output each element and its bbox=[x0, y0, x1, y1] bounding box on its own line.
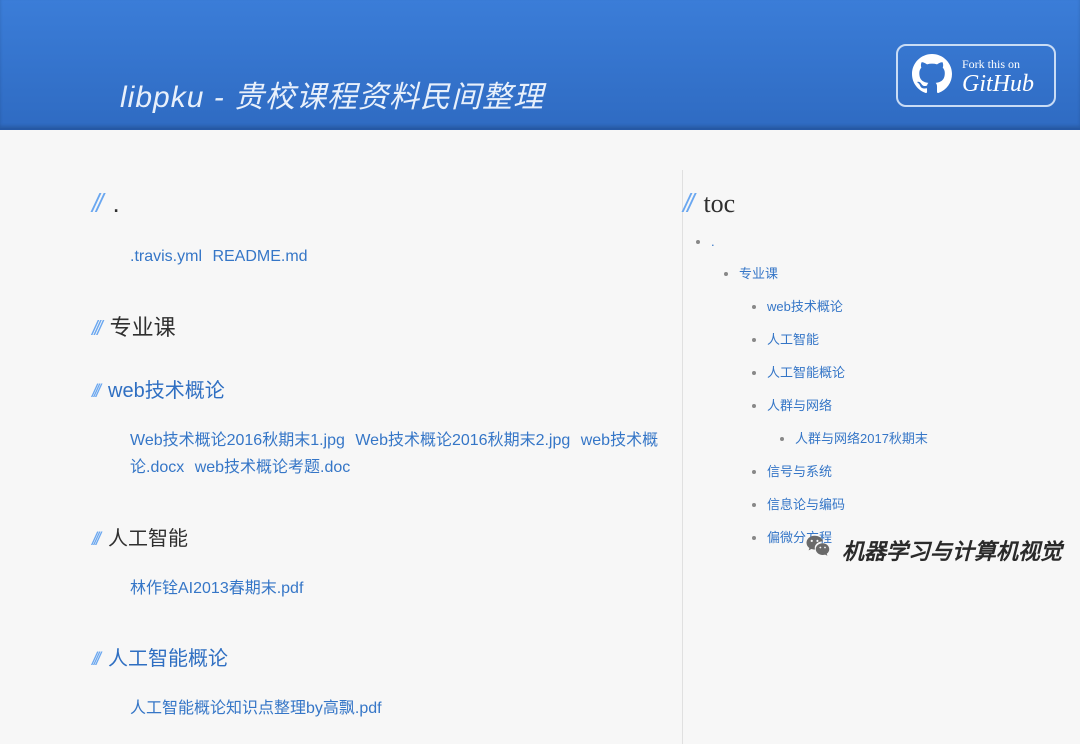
file-link[interactable]: Web技术概论2016秋期末1.jpg bbox=[130, 432, 345, 449]
toc-item: 人工智能概论 bbox=[767, 362, 1042, 381]
toc-link[interactable]: 专业课 bbox=[739, 266, 778, 281]
file-list: 林作铨AI2013春期末.pdf bbox=[130, 575, 662, 602]
main-column: // . .travis.yml README.md /// 专业课 /// w… bbox=[92, 170, 682, 744]
toc-item: . 专业课 web技术概论 人工智能 人工智能概论 人群与网络 人群与网络201… bbox=[711, 233, 1042, 546]
slash-icon: /// bbox=[92, 649, 98, 670]
title-main: 贵校课程资料民间整理 bbox=[234, 81, 544, 114]
subsection-heading: web技术概论 bbox=[108, 374, 225, 403]
toc-link[interactable]: web技术概论 bbox=[767, 299, 843, 314]
toc-item: 人群与网络 人群与网络2017秋期末 bbox=[767, 395, 1042, 447]
github-small-text: Fork this on bbox=[962, 58, 1034, 70]
toc-link[interactable]: . bbox=[711, 234, 715, 249]
slash-icon: /// bbox=[92, 318, 100, 341]
file-link[interactable]: web技术概论考题.doc bbox=[195, 459, 351, 476]
toc-link[interactable]: 人工智能概论 bbox=[767, 365, 845, 380]
octocat-icon bbox=[912, 54, 952, 99]
fork-github-link[interactable]: Fork this on GitHub bbox=[896, 44, 1056, 107]
title-prefix: libpku - bbox=[120, 81, 234, 114]
toc-link[interactable]: 人群与网络2017秋期末 bbox=[795, 431, 928, 446]
wechat-icon bbox=[804, 532, 834, 568]
github-big-text: GitHub bbox=[962, 72, 1034, 96]
section-heading: 专业课 bbox=[110, 310, 176, 342]
toc-list: . 专业课 web技术概论 人工智能 人工智能概论 人群与网络 人群与网络201… bbox=[683, 233, 1042, 546]
subsection-heading: 人工智能概论 bbox=[108, 642, 228, 671]
slash-icon: // bbox=[92, 188, 100, 219]
page-header: libpku - 贵校课程资料民间整理 Fork this on GitHub bbox=[0, 0, 1080, 130]
file-link[interactable]: 人工智能概论知识点整理by高飘.pdf bbox=[130, 700, 382, 717]
page-title: libpku - 贵校课程资料民间整理 bbox=[120, 72, 544, 116]
content: // . .travis.yml README.md /// 专业课 /// w… bbox=[0, 130, 1080, 744]
toc-link[interactable]: 信号与系统 bbox=[767, 464, 832, 479]
toc-item: web技术概论 bbox=[767, 296, 1042, 315]
slash-icon: /// bbox=[92, 381, 98, 402]
toc-item: 信号与系统 bbox=[767, 461, 1042, 480]
file-link[interactable]: Web技术概论2016秋期末2.jpg bbox=[355, 432, 570, 449]
file-link[interactable]: .travis.yml bbox=[130, 248, 202, 265]
toc-link[interactable]: 人群与网络 bbox=[767, 398, 832, 413]
toc-item: 人群与网络2017秋期末 bbox=[795, 428, 1042, 447]
root-file-list: .travis.yml README.md bbox=[130, 243, 662, 270]
toc-item: 人工智能 bbox=[767, 329, 1042, 348]
watermark-text: 机器学习与计算机视觉 bbox=[842, 534, 1062, 566]
toc-item: 信息论与编码 bbox=[767, 494, 1042, 513]
toc-heading: toc bbox=[703, 189, 735, 219]
toc-link[interactable]: 人工智能 bbox=[767, 332, 819, 347]
slash-icon: /// bbox=[92, 529, 98, 550]
file-link[interactable]: README.md bbox=[212, 248, 307, 265]
file-list: Web技术概论2016秋期末1.jpg Web技术概论2016秋期末2.jpg … bbox=[130, 427, 662, 481]
subsection-heading: 人工智能 bbox=[108, 522, 188, 551]
root-heading: . bbox=[112, 188, 119, 219]
toc-link[interactable]: 信息论与编码 bbox=[767, 497, 845, 512]
github-text: Fork this on GitHub bbox=[962, 58, 1034, 96]
file-list: 人工智能概论知识点整理by高飘.pdf bbox=[130, 695, 662, 722]
toc-item: 专业课 web技术概论 人工智能 人工智能概论 人群与网络 人群与网络2017秋… bbox=[739, 263, 1042, 546]
watermark: 机器学习与计算机视觉 bbox=[804, 532, 1062, 568]
toc-column: // toc . 专业课 web技术概论 人工智能 人工智能概论 人群与网络 人… bbox=[682, 170, 1042, 744]
file-link[interactable]: 林作铨AI2013春期末.pdf bbox=[130, 580, 303, 597]
slash-icon: // bbox=[683, 188, 691, 219]
